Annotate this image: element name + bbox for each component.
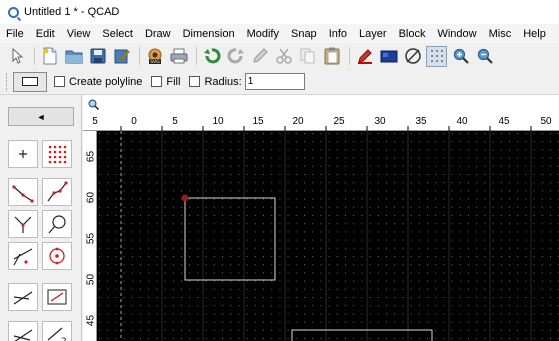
- undo-icon[interactable]: [201, 46, 222, 67]
- zoom-in-icon[interactable]: [450, 46, 471, 67]
- point-grid-tool-icon[interactable]: [42, 140, 72, 168]
- line-angle-icon[interactable]: [8, 210, 38, 238]
- fill-color-icon[interactable]: [378, 46, 399, 67]
- redo-icon[interactable]: [225, 46, 246, 67]
- pencil-icon[interactable]: [249, 46, 270, 67]
- create-polyline-label: Create polyline: [69, 75, 143, 88]
- no-fill-icon[interactable]: [402, 46, 423, 67]
- pointer-icon[interactable]: [6, 46, 27, 67]
- menu-draw[interactable]: Draw: [145, 28, 171, 40]
- cut-icon[interactable]: [273, 46, 294, 67]
- rectangle-corner-marker[interactable]: [181, 194, 189, 202]
- menu-modify[interactable]: Modify: [247, 28, 279, 40]
- edit-icon[interactable]: [111, 46, 132, 67]
- ruler-label: 60: [85, 191, 97, 204]
- menu-help[interactable]: Help: [523, 28, 546, 40]
- menu-dimension[interactable]: Dimension: [183, 28, 235, 40]
- drawing-canvas[interactable]: [97, 131, 559, 341]
- paste-icon[interactable]: [321, 46, 342, 67]
- radius-label: Radius:: [204, 75, 242, 88]
- svg-export-icon[interactable]: SVG: [144, 46, 165, 67]
- toolbar-grip[interactable]: [6, 72, 9, 91]
- rectangle-tool-button[interactable]: [13, 71, 47, 92]
- zoom-icon[interactable]: [88, 99, 100, 113]
- title-bar: Untitled 1 * - QCAD: [0, 0, 559, 24]
- rectangle-line-icon[interactable]: [42, 283, 72, 311]
- toolbar-separator: [196, 47, 197, 65]
- menu-layer[interactable]: Layer: [359, 28, 387, 40]
- radius-input[interactable]: 1: [244, 73, 305, 90]
- pen-color-icon[interactable]: [354, 46, 375, 67]
- ruler-ticks: [120, 126, 532, 131]
- circle-tangent-icon[interactable]: [42, 210, 72, 238]
- line-parallel-icon[interactable]: [8, 242, 38, 270]
- window-title: Untitled 1 * - QCAD: [24, 6, 120, 18]
- toolbar-separator: [34, 47, 35, 65]
- ruler-label: 45: [85, 314, 97, 327]
- crosshair-tool-icon[interactable]: [8, 140, 38, 168]
- fill-label: Fill: [166, 75, 181, 88]
- line-relative-icon[interactable]: 2: [42, 321, 72, 341]
- save-icon[interactable]: [87, 46, 108, 67]
- radius-checkbox[interactable]: [189, 76, 201, 87]
- new-file-icon[interactable]: [39, 46, 60, 67]
- options-toolbar: Create polyline Fill Radius: 1: [0, 69, 559, 95]
- menu-window[interactable]: Window: [437, 28, 476, 40]
- rectangle-icon: [22, 77, 38, 86]
- line-bisector-icon[interactable]: [8, 321, 38, 341]
- print-icon[interactable]: [168, 46, 189, 67]
- grid-icon[interactable]: [426, 45, 447, 67]
- back-button[interactable]: ◄: [8, 107, 74, 126]
- menu-misc[interactable]: Misc: [489, 28, 512, 40]
- ruler-label: 55: [85, 232, 97, 245]
- qcad-logo-icon: [8, 6, 19, 18]
- toolbar-separator: [139, 47, 140, 65]
- toolbar-separator: [349, 47, 350, 65]
- line-segments-icon[interactable]: [42, 178, 72, 206]
- copy-icon[interactable]: [297, 46, 318, 67]
- svg-text:SVG: SVG: [150, 59, 160, 64]
- menu-view[interactable]: View: [67, 28, 91, 40]
- menu-bar: File Edit View Select Draw Dimension Mod…: [0, 24, 559, 43]
- horizontal-ruler: 5 0 5 10 15 20 25 30 35 40 45 50: [83, 113, 559, 131]
- circle-target-icon[interactable]: [42, 242, 72, 270]
- vertical-ruler: 65 60 55 50 45: [83, 131, 97, 341]
- drawing-area[interactable]: 5 0 5 10 15 20 25 30 35 40 45 50 65 60 5…: [83, 95, 559, 341]
- menu-snap[interactable]: Snap: [291, 28, 317, 40]
- line-from-point-icon[interactable]: [8, 178, 38, 206]
- tool-panel: ◄ 2: [0, 95, 82, 341]
- svg-text:2: 2: [61, 337, 67, 341]
- menu-block[interactable]: Block: [399, 28, 426, 40]
- ruler-label: 50: [85, 273, 97, 286]
- menu-edit[interactable]: Edit: [36, 28, 55, 40]
- menu-info[interactable]: Info: [329, 28, 347, 40]
- fill-checkbox[interactable]: [151, 76, 163, 87]
- main-toolbar: SVG: [0, 43, 559, 69]
- create-polyline-checkbox[interactable]: [54, 76, 65, 87]
- open-folder-icon[interactable]: [63, 46, 84, 67]
- ruler-label: 65: [85, 150, 97, 163]
- menu-select[interactable]: Select: [102, 28, 133, 40]
- line-perpendicular-icon[interactable]: [8, 283, 38, 311]
- zoom-out-icon[interactable]: [474, 46, 495, 67]
- menu-file[interactable]: File: [6, 28, 24, 40]
